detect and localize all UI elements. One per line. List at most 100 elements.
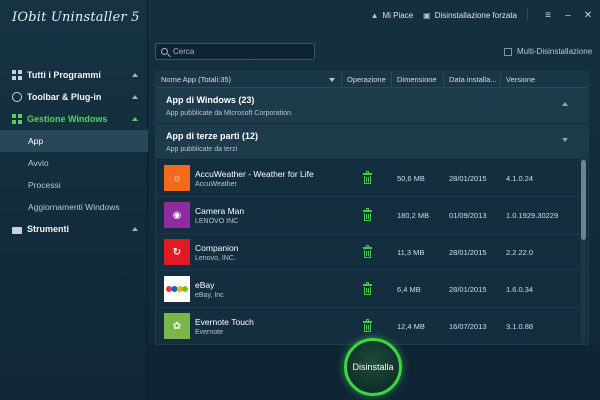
group-windows-apps[interactable]: App di Windows (23) App pubblicate da Mi…	[156, 88, 588, 124]
scrollbar-thumb[interactable]	[581, 160, 586, 240]
search-box	[155, 43, 315, 60]
group-title: App di Windows (23)	[166, 95, 255, 105]
app-publisher: AccuWeather	[195, 180, 237, 188]
like-label: Mi Piace	[382, 10, 414, 20]
column-header-size[interactable]: Dimensione	[392, 72, 444, 88]
app-date: 28/01/2015	[449, 173, 487, 183]
sidebar-subitem-startup[interactable]: Avvio	[0, 152, 148, 174]
column-header-label: Nome App (Totali:35)	[161, 75, 232, 84]
app-size: 50,6 MB	[397, 173, 425, 183]
minimize-icon[interactable]: –	[562, 10, 574, 21]
sort-down-icon	[329, 77, 335, 82]
multi-uninstall-toggle[interactable]: Multi-Disinstallazione	[504, 47, 592, 56]
chevron-up-icon	[132, 117, 138, 121]
search-input[interactable]	[173, 47, 303, 56]
app-version: 3.1.0.88	[506, 321, 534, 331]
sun-icon: ☼	[164, 165, 190, 191]
app-cell: ✿ Evernote Touch Evernote	[156, 313, 342, 339]
app-title: IObit Uninstaller 5	[12, 10, 140, 25]
multi-uninstall-label: Multi-Disinstallazione	[517, 47, 593, 56]
trash-icon	[362, 318, 372, 332]
uninstall-row-button[interactable]	[342, 281, 392, 295]
app-size: 11,3 MB	[397, 247, 425, 257]
app-publisher: Lenovo, INC.	[195, 254, 236, 262]
close-icon[interactable]: ✕	[582, 10, 594, 21]
trash-icon	[362, 281, 372, 295]
sidebar-subitem-processes[interactable]: Processi	[0, 174, 148, 196]
trash-icon: ▣	[423, 10, 431, 20]
sidebar-item-label: Toolbar & Plug-in	[27, 92, 102, 102]
column-header-operation[interactable]: Operazione	[342, 72, 392, 88]
multi-uninstall-checkbox[interactable]	[504, 47, 512, 56]
app-size: 12,4 MB	[397, 321, 425, 331]
app-version: 2.2.22.0	[506, 247, 534, 257]
menu-icon[interactable]: ≡	[542, 10, 554, 21]
app-name: AccuWeather - Weather for Life	[195, 168, 314, 179]
chevron-up-icon	[132, 95, 138, 99]
uninstall-row-button[interactable]	[342, 170, 392, 184]
app-date: 01/09/2013	[449, 210, 487, 220]
app-name-block: Evernote Touch Evernote	[195, 317, 254, 336]
toolbox-icon	[12, 226, 22, 234]
column-header-name[interactable]: Nome App (Totali:35)	[156, 72, 342, 88]
sidebar-item-all-programs[interactable]: Tutti i Programmi	[0, 64, 148, 86]
top-bar: ▲ Mi Piace ▣ Disinstallazione forzata ≡ …	[148, 0, 600, 30]
app-name-block: Camera Man LENOVO INC	[195, 206, 244, 225]
sidebar-item-label: Tutti i Programmi	[27, 70, 101, 80]
app-name: Camera Man	[195, 205, 245, 216]
thumbs-up-icon: ▲	[370, 10, 379, 20]
globe-icon	[12, 92, 22, 102]
uninstall-button[interactable]: Disinstalla	[344, 338, 402, 396]
force-uninstall-button[interactable]: ▣ Disinstallazione forzata	[423, 11, 517, 20]
scrollbar[interactable]	[581, 156, 586, 342]
app-cell: ◉ Camera Man LENOVO INC	[156, 202, 342, 228]
sidebar-item-label: Gestione Windows	[27, 114, 108, 124]
chevron-up-icon	[132, 227, 138, 231]
app-cell: ☼ AccuWeather - Weather for Life AccuWea…	[156, 165, 342, 191]
app-version: 1.6.0.34	[506, 284, 534, 294]
table-row[interactable]: ↻ Companion Lenovo, INC. 11,3 MB 28/01/2…	[156, 234, 588, 271]
uninstall-row-button[interactable]	[342, 207, 392, 221]
app-cell: ↻ Companion Lenovo, INC.	[156, 239, 342, 265]
group-title: App di terze parti (12)	[166, 131, 259, 141]
chevron-down-icon	[562, 138, 568, 142]
group-third-party-apps[interactable]: App di terze parti (12) App pubblicate d…	[156, 124, 588, 160]
group-subtitle: App pubblicate da terzi	[166, 146, 238, 153]
app-name: Companion	[195, 242, 239, 253]
camera-icon: ◉	[164, 202, 190, 228]
app-version: 4.1.0.24	[506, 173, 534, 183]
app-name-block: AccuWeather - Weather for Life AccuWeath…	[195, 169, 314, 188]
sidebar-subitem-app[interactable]: App	[0, 130, 148, 152]
sidebar-item-windows-management[interactable]: Gestione Windows	[0, 108, 148, 130]
app-window: IObit Uninstaller 5 Tutti i Programmi To…	[0, 0, 600, 400]
uninstall-row-button[interactable]	[342, 244, 392, 258]
ebay-icon	[164, 276, 190, 302]
app-publisher: LENOVO INC	[195, 217, 239, 225]
sidebar-item-tools[interactable]: Strumenti	[0, 218, 148, 240]
app-date: 28/01/2015	[449, 284, 487, 294]
like-button[interactable]: ▲ Mi Piace	[371, 11, 414, 20]
window-controls: ≡ – ✕	[542, 10, 594, 21]
group-subtitle: App pubblicate da Microsoft Corporation.	[166, 110, 293, 117]
table-row[interactable]: ◉ Camera Man LENOVO INC 180,2 MB 01/09/2…	[156, 197, 588, 234]
app-date: 28/01/2015	[449, 247, 487, 257]
column-header-version[interactable]: Versione	[501, 72, 577, 88]
app-publisher: Evernote	[195, 328, 224, 336]
column-header-date[interactable]: Data installa...	[444, 72, 501, 88]
app-cell: eBay eBay, Inc	[156, 276, 342, 302]
trash-icon	[362, 244, 372, 258]
app-size: 6,4 MB	[397, 284, 421, 294]
sidebar-item-toolbar-plugin[interactable]: Toolbar & Plug-in	[0, 86, 148, 108]
chevron-up-icon	[132, 73, 138, 77]
divider	[527, 9, 528, 21]
windows-icon	[12, 114, 22, 124]
app-publisher: eBay, Inc	[195, 291, 224, 299]
app-name: Evernote Touch	[195, 316, 254, 327]
table-row[interactable]: ☼ AccuWeather - Weather for Life AccuWea…	[156, 160, 588, 197]
uninstall-row-button[interactable]	[342, 318, 392, 332]
trash-icon	[362, 207, 372, 221]
app-version: 1.0.1929.30229	[506, 210, 559, 220]
sidebar-subitem-windows-updates[interactable]: Aggiornamenti Windows	[0, 196, 148, 218]
force-uninstall-label: Disinstallazione forzata	[434, 10, 517, 20]
table-row[interactable]: eBay eBay, Inc 6,4 MB 28/01/2015 1.6.0.3…	[156, 271, 588, 308]
